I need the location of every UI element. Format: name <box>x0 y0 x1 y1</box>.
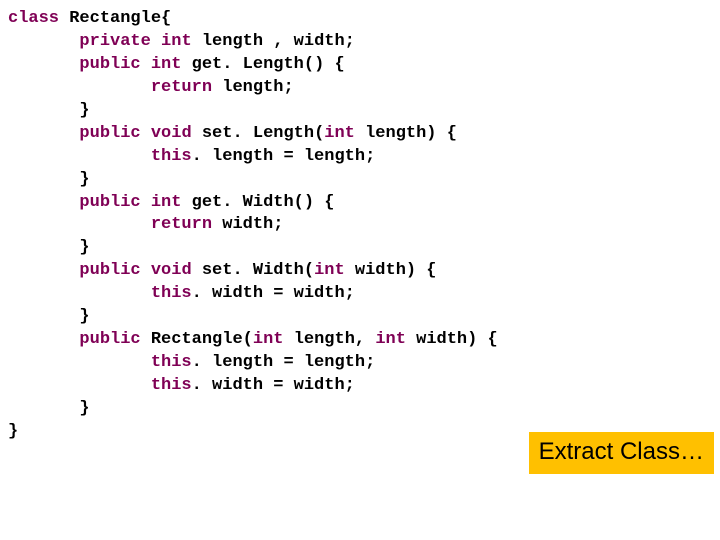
keyword-void-2: void <box>151 261 192 280</box>
keyword-public-4: public <box>79 261 140 280</box>
extract-class-callout: Extract Class… <box>529 432 714 474</box>
assign-width-1: . width = width; <box>192 284 355 303</box>
keyword-void-1: void <box>151 124 192 143</box>
decl-fields: length , width; <box>202 32 355 51</box>
close-brace-5: } <box>79 399 89 418</box>
keyword-class: class <box>8 9 59 28</box>
ret-length: length; <box>222 78 293 97</box>
close-brace-1: } <box>79 101 89 120</box>
keyword-return-2: return <box>151 215 212 234</box>
close-brace-4: } <box>79 307 89 326</box>
param-width: width) { <box>355 261 437 280</box>
set-width: set. Width( <box>202 261 314 280</box>
keyword-this-3: this <box>151 353 192 372</box>
close-brace-3: } <box>79 238 89 257</box>
assign-width-2: . width = width; <box>192 376 355 395</box>
keyword-public-2: public <box>79 124 140 143</box>
id-rectangle: Rectangle <box>69 9 161 28</box>
close-brace-6: } <box>8 422 18 441</box>
ret-width: width; <box>222 215 283 234</box>
keyword-int-6: int <box>253 330 284 349</box>
ctor-width: width) { <box>416 330 498 349</box>
keyword-return-1: return <box>151 78 212 97</box>
open-brace-1: { <box>161 9 171 28</box>
ctor-len: length, <box>294 330 376 349</box>
keyword-int-5: int <box>314 261 345 280</box>
keyword-int-2: int <box>151 55 182 74</box>
keyword-int-3: int <box>324 124 355 143</box>
close-brace-2: } <box>79 170 89 189</box>
set-length: set. Length( <box>202 124 324 143</box>
assign-length-2: . length = length; <box>192 353 376 372</box>
get-width: get. Width() { <box>192 193 335 212</box>
get-length: get. Length() { <box>192 55 345 74</box>
ctor-name: Rectangle( <box>151 330 253 349</box>
assign-length-1: . length = length; <box>192 147 376 166</box>
keyword-this-2: this <box>151 284 192 303</box>
keyword-private: private <box>79 32 150 51</box>
keyword-this-4: this <box>151 376 192 395</box>
keyword-int-1: int <box>161 32 192 51</box>
keyword-int-4: int <box>151 193 182 212</box>
keyword-public-1: public <box>79 55 140 74</box>
keyword-this-1: this <box>151 147 192 166</box>
keyword-int-7: int <box>375 330 406 349</box>
keyword-public-3: public <box>79 193 140 212</box>
param-length: length) { <box>365 124 457 143</box>
keyword-public-5: public <box>79 330 140 349</box>
code-block: class Rectangle{ private int length , wi… <box>8 8 712 444</box>
